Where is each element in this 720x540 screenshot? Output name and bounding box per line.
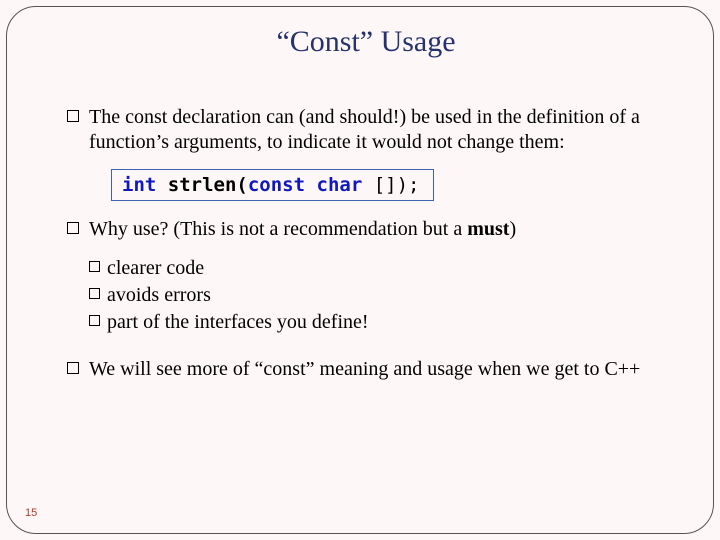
slide-frame: “Const” Usage The const declaration can … — [6, 6, 714, 534]
square-bullet-icon — [67, 222, 79, 234]
square-bullet-icon — [89, 315, 100, 326]
bullet-2b: avoids errors — [89, 283, 665, 308]
code-kw-char: char — [317, 174, 363, 196]
code-space — [305, 174, 316, 196]
bullet-2b-text: avoids errors — [107, 284, 211, 306]
bullet-1: The const declaration can (and should!) … — [67, 105, 665, 155]
code-tail: []); — [362, 174, 419, 196]
square-bullet-icon — [89, 261, 100, 272]
square-bullet-icon — [67, 110, 79, 122]
bullet-2c-text: part of the interfaces you define! — [107, 311, 369, 333]
code-kw-int: int — [122, 174, 156, 196]
page-number: 15 — [25, 507, 37, 519]
bullet-2: Why use? (This is not a recommendation b… — [67, 217, 665, 242]
bullet-2c: part of the interfaces you define! — [89, 310, 665, 335]
spacer — [67, 337, 665, 357]
bullet-3: We will see more of “const” meaning and … — [67, 357, 665, 382]
code-box: int strlen(const char []); — [111, 169, 434, 201]
bullet-2-text-pre: Why use? (This is not a recommendation b… — [89, 218, 467, 240]
bullet-2a-text: clearer code — [107, 257, 204, 279]
bullet-2-text-post: ) — [509, 218, 516, 240]
bullet-2a: clearer code — [89, 256, 665, 281]
code-fn: strlen( — [156, 174, 248, 196]
bullet-3-text: We will see more of “const” meaning and … — [89, 358, 640, 380]
code-sample: int strlen(const char []); — [111, 169, 665, 201]
bullet-1-text: The const declaration can (and should!) … — [89, 106, 640, 153]
code-kw-const: const — [248, 174, 305, 196]
slide-title: “Const” Usage — [67, 25, 665, 59]
square-bullet-icon — [89, 288, 100, 299]
bullet-list: The const declaration can (and should!) … — [67, 105, 665, 382]
bullet-2-bold: must — [467, 218, 509, 240]
square-bullet-icon — [67, 362, 79, 374]
